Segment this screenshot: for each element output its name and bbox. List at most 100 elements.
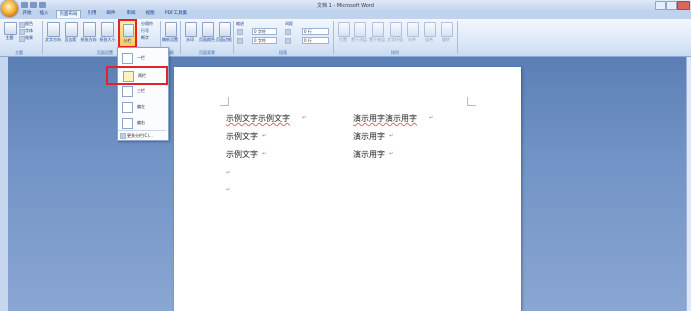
two-columns-icon: [123, 71, 134, 82]
group-separator: [42, 21, 43, 54]
left-column-icon: [122, 102, 133, 113]
page-borders-button[interactable]: 页面边框: [215, 37, 233, 43]
group-separator: [233, 21, 234, 54]
line-numbers-button[interactable]: 行号: [141, 28, 149, 34]
columns-one-label: 一栏: [137, 55, 145, 60]
left-column-line-1: 示例文字示例文字: [226, 114, 290, 123]
left-column-line-2: 示例文字: [226, 132, 258, 141]
hyphenation-button[interactable]: 断字: [141, 35, 149, 41]
send-back-button[interactable]: 置于底层: [368, 37, 386, 43]
columns-label: 分栏: [123, 38, 132, 43]
tab-references[interactable]: 引用: [85, 10, 99, 18]
manuscript-icon[interactable]: [165, 22, 177, 37]
rotate-button[interactable]: 旋转: [438, 37, 454, 43]
margin-corner-top-left: [220, 97, 229, 106]
margins-button[interactable]: 页边距: [62, 37, 79, 43]
columns-two-item[interactable]: 两栏: [106, 66, 168, 85]
one-column-icon: [122, 53, 133, 64]
group-separator: [333, 21, 334, 54]
align-icon[interactable]: [407, 22, 419, 37]
three-columns-icon: [122, 86, 133, 97]
fonts-button[interactable]: 字体: [25, 28, 33, 34]
page-borders-icon[interactable]: [219, 22, 231, 37]
text-wrap-button[interactable]: 文字环绕: [386, 37, 404, 43]
vertical-ruler: [0, 57, 8, 311]
margins-icon[interactable]: [65, 22, 78, 37]
paragraph-mark: ↵: [262, 133, 267, 139]
orientation-icon[interactable]: [83, 22, 96, 37]
close-button[interactable]: [677, 1, 690, 10]
orientation-button[interactable]: 纸张方向: [79, 37, 98, 43]
position-icon[interactable]: [338, 22, 350, 37]
more-columns-item[interactable]: 更多分栏(C)...: [118, 131, 166, 139]
spacing-label: 间距: [285, 21, 293, 26]
bring-front-button[interactable]: 置于顶层: [350, 37, 368, 43]
columns-one-item[interactable]: 一栏: [118, 51, 166, 65]
paragraph-mark: ↵: [389, 133, 394, 139]
indent-right-input[interactable]: 0 字符: [252, 37, 277, 44]
more-columns-icon: [120, 133, 126, 139]
theme-button[interactable]: 主题: [2, 35, 17, 41]
left-column-line-3: 示例文字: [226, 150, 258, 159]
window-title: 文档 1 - Microsoft Word: [317, 3, 374, 9]
spacing-after-input[interactable]: 0 行: [302, 37, 329, 44]
right-column-line-1: 演示用字演示用字: [353, 114, 417, 123]
theme-group-label: 主题: [15, 50, 23, 55]
tab-view[interactable]: 视图: [143, 10, 157, 18]
send-back-icon[interactable]: [372, 22, 384, 37]
tab-page-layout[interactable]: 页面布局: [56, 10, 81, 18]
tab-review[interactable]: 审阅: [124, 10, 138, 18]
theme-icon[interactable]: [4, 22, 17, 35]
page-color-button[interactable]: 页面颜色: [197, 37, 217, 43]
right-column-line-3: 演示用字: [353, 150, 385, 159]
right-column-line-2: 演示用字: [353, 132, 385, 141]
spacing-before-icon: [285, 29, 291, 35]
manuscript-settings-button[interactable]: 稿纸设置: [161, 37, 179, 43]
paragraph-mark: ↵: [429, 115, 434, 121]
arrange-group-label: 排列: [391, 50, 399, 55]
watermark-icon[interactable]: [185, 22, 197, 37]
align-button[interactable]: 对齐: [404, 37, 420, 43]
paragraph-mark: ↵: [226, 187, 231, 193]
columns-icon: [123, 24, 134, 37]
page-background-group-label: 页面背景: [199, 50, 215, 55]
document-page[interactable]: 示例文字示例文字 ↵ 示例文字 ↵ 示例文字 ↵ ↵ ↵ 演示用字演示用字 ↵ …: [174, 67, 521, 311]
text-direction-icon[interactable]: [47, 22, 60, 37]
maximize-button[interactable]: [666, 1, 677, 10]
paper-size-icon[interactable]: [101, 22, 114, 37]
group-button[interactable]: 组合: [421, 37, 437, 43]
rotate-icon[interactable]: [441, 22, 453, 37]
paper-size-button[interactable]: 纸张大小: [98, 37, 117, 43]
indent-left-input[interactable]: 0 字符: [252, 28, 277, 35]
vertical-scrollbar[interactable]: [686, 57, 691, 311]
paragraph-group-label: 段落: [279, 50, 287, 55]
tab-mailings[interactable]: 邮件: [104, 10, 118, 18]
tab-home[interactable]: 开始: [20, 10, 34, 18]
effects-button[interactable]: 效果: [25, 35, 33, 41]
columns-button[interactable]: 分栏: [118, 19, 137, 48]
columns-left-item[interactable]: 偏左: [118, 100, 166, 114]
watermark-button[interactable]: 水印: [182, 37, 198, 43]
text-wrap-icon[interactable]: [390, 22, 402, 37]
group-icon[interactable]: [424, 22, 436, 37]
colors-button[interactable]: 颜色: [25, 21, 33, 27]
columns-left-label: 偏左: [137, 104, 145, 109]
minimize-button[interactable]: [655, 1, 666, 10]
bring-front-icon[interactable]: [354, 22, 366, 37]
paragraph-mark: ↵: [226, 170, 231, 176]
office-button[interactable]: [1, 0, 18, 17]
breaks-button[interactable]: 分隔符: [141, 21, 153, 27]
page-color-icon[interactable]: [202, 22, 214, 37]
tab-insert[interactable]: 插入: [37, 10, 51, 18]
columns-right-item[interactable]: 偏右: [118, 116, 166, 130]
right-column-icon: [122, 118, 133, 129]
tab-pdf-tools[interactable]: PDF工具集: [163, 10, 189, 18]
group-separator: [180, 21, 181, 54]
columns-three-label: 三栏: [137, 88, 145, 93]
group-separator: [457, 21, 458, 54]
margin-corner-top-right: [467, 97, 476, 106]
columns-three-item[interactable]: 三栏: [118, 84, 166, 98]
spacing-before-input[interactable]: 0 行: [302, 28, 329, 35]
text-direction-button[interactable]: 文字方向: [44, 37, 62, 43]
position-button[interactable]: 位置: [336, 37, 350, 43]
